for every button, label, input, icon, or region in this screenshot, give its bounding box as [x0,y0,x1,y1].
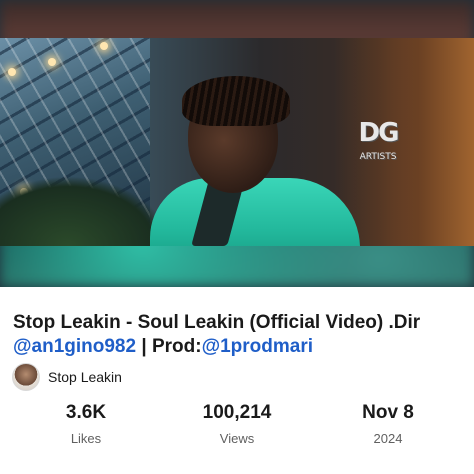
channel-name[interactable]: Stop Leakin [48,369,122,385]
views-label: Views [219,431,255,446]
upload-year: 2024 [373,431,403,446]
logo-letters: DG [358,118,400,148]
channel-row[interactable]: Stop Leakin [12,363,122,391]
channel-avatar[interactable] [12,363,40,391]
logo-subtext: ARTISTS [359,152,397,162]
views-count: 100,214 [202,402,272,423]
video-title: Stop Leakin - Soul Leakin (Official Vide… [13,311,468,359]
title-separator: | Prod: [136,336,202,357]
video-thumbnail[interactable]: DG ARTISTS [0,0,474,287]
person-hair [182,76,290,126]
video-frame[interactable]: DG ARTISTS [0,38,474,246]
string-light [100,42,108,50]
upload-date: Nov 8 [362,402,414,423]
likes-count: 3.6K [65,402,107,423]
likes-stat: 3.6K Likes [26,400,146,446]
string-light [48,58,56,66]
stats-row: 3.6K Likes 100,214 Views Nov 8 2024 [0,400,474,452]
dg-artists-logo: DG ARTISTS [348,118,408,188]
string-light [8,68,16,76]
trees [0,176,170,246]
likes-label: Likes [70,431,102,446]
producer-link[interactable]: @1prodmari [202,336,313,357]
person-jacket [150,178,360,246]
title-text: Stop Leakin - Soul Leakin (Official Vide… [13,312,421,333]
date-stat: Nov 8 2024 [328,400,448,446]
views-stat: 100,214 Views [177,400,297,446]
director-link[interactable]: @an1gino982 [13,336,136,357]
